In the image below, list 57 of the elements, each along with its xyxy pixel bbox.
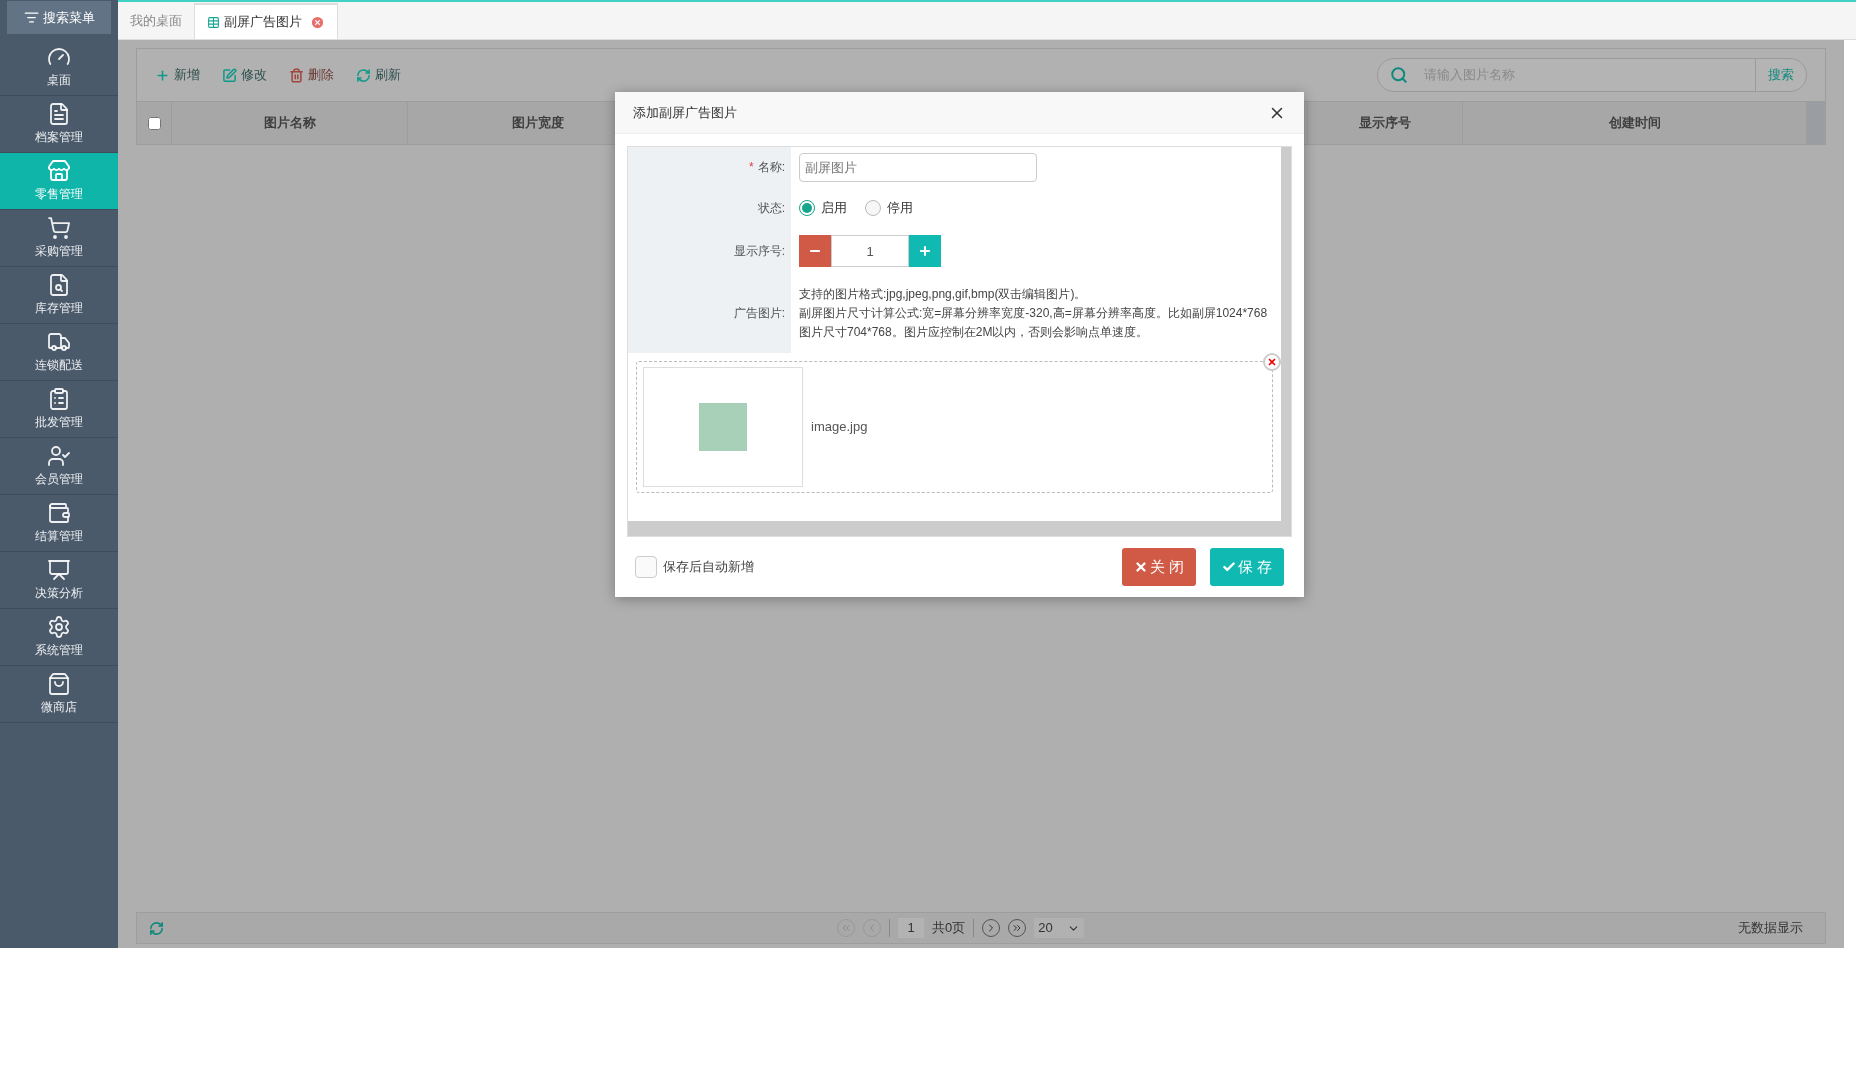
hint-text: 副屏图片尺寸计算公式:宽=屏幕分辨率宽度-320,高=屏幕分辨率高度。比如副屏1024*768 图片尺寸704*768。图片应控制在2M以内，否则会影响点单速度。 — [799, 304, 1269, 341]
close-icon — [1267, 357, 1277, 367]
chart-board-icon — [47, 558, 71, 582]
page-total: 共0页 — [932, 919, 966, 938]
field-label: 状态: — [757, 200, 785, 217]
check-icon — [1221, 560, 1236, 574]
column-header: 显示序号 — [1308, 102, 1463, 144]
table-icon — [207, 15, 220, 29]
name-field[interactable]: 副屏图片 — [799, 152, 1037, 182]
horizontal-scrollbar[interactable] — [628, 521, 1281, 536]
checkbox-label: 保存后自动新增 — [663, 558, 754, 577]
refresh-icon — [356, 67, 371, 83]
document-search-icon — [47, 273, 71, 297]
search-icon — [1390, 66, 1408, 84]
user-check-icon — [47, 444, 71, 468]
radio-option[interactable]: 启用 — [799, 198, 847, 218]
column-header: 图片名称 — [172, 102, 408, 144]
order-field[interactable]: 1 — [831, 235, 909, 267]
toolbar-button[interactable]: 新增 — [155, 65, 200, 85]
settings-icon — [47, 615, 71, 639]
file-name: image.jpg — [811, 418, 868, 437]
checkbox[interactable] — [635, 556, 657, 578]
toolbar-button[interactable]: 删除 — [289, 65, 334, 85]
close-icon — [1133, 560, 1148, 574]
radio-button[interactable] — [865, 200, 881, 216]
radio-option[interactable]: 停用 — [865, 198, 913, 218]
trash-icon — [289, 67, 304, 83]
remove-button[interactable] — [1263, 353, 1281, 371]
tab[interactable]: 我的桌面 — [118, 3, 194, 39]
vertical-scrollbar[interactable] — [1281, 147, 1291, 536]
edit-icon — [222, 67, 237, 83]
field-label: * 名称: — [749, 159, 785, 176]
toolbar-button[interactable]: 修改 — [222, 65, 267, 85]
toolbar-button[interactable]: 刷新 — [356, 65, 401, 85]
store-icon — [47, 159, 71, 183]
field-label: 广告图片: — [733, 305, 785, 322]
menu-search-icon — [23, 10, 39, 25]
select-all-checkbox[interactable] — [147, 116, 161, 130]
increment-button[interactable] — [909, 235, 941, 267]
plus-icon — [155, 67, 170, 83]
truck-icon — [47, 330, 71, 354]
close-button[interactable]: 关 闭 — [1121, 548, 1196, 586]
document-icon — [47, 102, 71, 126]
search-menu-button[interactable]: 搜索菜单 — [7, 1, 111, 34]
hint-text: 支持的图片格式:jpg,jpeg,png,gif,bmp(双击编辑图片)。 — [799, 285, 1088, 303]
clipboard-icon — [47, 387, 71, 411]
refresh-icon[interactable] — [149, 920, 164, 936]
photo-placeholder — [699, 403, 747, 451]
bag-icon — [47, 672, 71, 696]
tab[interactable]: 副屏广告图片 — [194, 3, 338, 39]
cart-icon — [47, 216, 71, 240]
page-size-select[interactable]: 20 — [1034, 918, 1084, 938]
plus-icon — [918, 244, 932, 258]
field-label: 显示序号: — [733, 243, 785, 260]
page-input[interactable]: 1 — [898, 918, 924, 938]
wallet-icon — [47, 501, 71, 525]
status-text: 无数据显示 — [1738, 919, 1803, 938]
